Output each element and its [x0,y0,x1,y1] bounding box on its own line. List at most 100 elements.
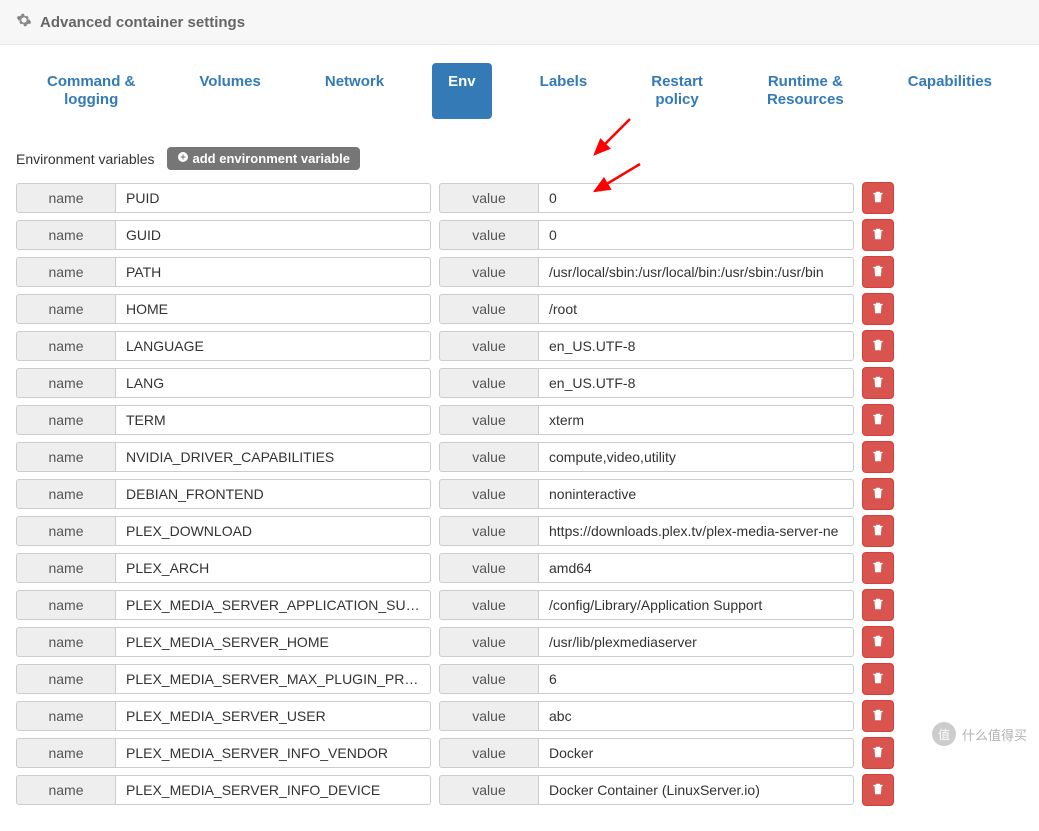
env-name-input[interactable]: NVIDIA_DRIVER_CAPABILITIES [116,442,431,472]
add-env-var-button[interactable]: add environment variable [167,147,361,170]
env-value-input[interactable]: amd64 [539,553,854,583]
env-var-row: nameHOME value/root [16,293,1023,325]
env-var-row: namePUID value0 [16,182,1023,214]
env-value-input[interactable]: 6 [539,664,854,694]
name-label: name [16,331,116,361]
add-button-label: add environment variable [193,151,351,166]
value-label: value [439,183,539,213]
env-var-row: nameDEBIAN_FRONTEND valuenoninteractive [16,478,1023,510]
delete-button[interactable] [862,515,894,547]
delete-button[interactable] [862,700,894,732]
delete-button[interactable] [862,589,894,621]
env-value-input[interactable]: Docker [539,738,854,768]
watermark: 值 什么值得买 [932,722,1027,746]
env-value-input[interactable]: https://downloads.plex.tv/plex-media-ser… [539,516,854,546]
env-value-input[interactable]: abc [539,701,854,731]
delete-button[interactable] [862,182,894,214]
env-var-row: namePATHvalue/usr/local/sbin:/usr/local/… [16,256,1023,288]
trash-icon [871,634,885,651]
tab-command-logging[interactable]: Command & logging [31,63,151,119]
delete-button[interactable] [862,219,894,251]
delete-button[interactable] [862,330,894,362]
name-label: name [16,183,116,213]
name-label: name [16,368,116,398]
env-name-input[interactable]: PLEX_MEDIA_SERVER_MAX_PLUGIN_PROCS [116,664,431,694]
tab-restart-policy[interactable]: Restart policy [635,63,719,119]
env-var-row: namePLEX_MEDIA_SERVER_MAX_PLUGIN_PROCSva… [16,663,1023,695]
env-name-input[interactable]: GUID [116,220,431,250]
value-label: value [439,590,539,620]
env-name-input[interactable]: LANG [116,368,431,398]
env-var-row: namePLEX_MEDIA_SERVER_INFO_VENDORvalueDo… [16,737,1023,769]
name-label: name [16,627,116,657]
delete-button[interactable] [862,441,894,473]
tab-capabilities[interactable]: Capabilities [892,63,1008,119]
env-name-input[interactable]: HOME [116,294,431,324]
env-name-input[interactable]: PLEX_MEDIA_SERVER_USER [116,701,431,731]
delete-button[interactable] [862,256,894,288]
env-name-input[interactable]: PLEX_ARCH [116,553,431,583]
value-label: value [439,294,539,324]
name-label: name [16,294,116,324]
env-value-input[interactable]: Docker Container (LinuxServer.io) [539,775,854,805]
tab-runtime-resources[interactable]: Runtime & Resources [751,63,860,119]
env-value-input[interactable]: /root [539,294,854,324]
env-value-input[interactable]: /usr/lib/plexmediaserver [539,627,854,657]
trash-icon [871,523,885,540]
delete-button[interactable] [862,737,894,769]
env-value-input[interactable]: 0 [539,220,854,250]
tab-volumes[interactable]: Volumes [183,63,276,119]
value-label: value [439,405,539,435]
env-name-input[interactable]: LANGUAGE [116,331,431,361]
trash-icon [871,264,885,281]
trash-icon [871,227,885,244]
name-label: name [16,220,116,250]
delete-button[interactable] [862,367,894,399]
value-label: value [439,516,539,546]
env-name-input[interactable]: PLEX_DOWNLOAD [116,516,431,546]
tab-network[interactable]: Network [309,63,400,119]
env-value-input[interactable]: 0 [539,183,854,213]
value-label: value [439,220,539,250]
env-name-input[interactable]: PLEX_MEDIA_SERVER_HOME [116,627,431,657]
trash-icon [871,190,885,207]
trash-icon [871,301,885,318]
name-label: name [16,479,116,509]
header-title: Advanced container settings [40,14,245,31]
delete-button[interactable] [862,552,894,584]
env-name-input[interactable]: PUID [116,183,431,213]
env-value-input[interactable]: noninteractive [539,479,854,509]
env-name-input[interactable]: TERM [116,405,431,435]
env-value-input[interactable]: en_US.UTF-8 [539,368,854,398]
env-name-input[interactable]: DEBIAN_FRONTEND [116,479,431,509]
tab-env[interactable]: Env [432,63,492,119]
value-label: value [439,775,539,805]
delete-button[interactable] [862,293,894,325]
tab-labels[interactable]: Labels [524,63,604,119]
gear-icon [16,12,32,32]
env-name-input[interactable]: PLEX_MEDIA_SERVER_INFO_DEVICE [116,775,431,805]
delete-button[interactable] [862,404,894,436]
delete-button[interactable] [862,663,894,695]
env-var-row: namePLEX_MEDIA_SERVER_HOMEvalue/usr/lib/… [16,626,1023,658]
env-var-row: namePLEX_MEDIA_SERVER_USERvalueabc [16,700,1023,732]
delete-button[interactable] [862,626,894,658]
env-value-input[interactable]: en_US.UTF-8 [539,331,854,361]
section-title: Environment variables [16,151,155,167]
name-label: name [16,775,116,805]
delete-button[interactable] [862,774,894,806]
env-value-input[interactable]: xterm [539,405,854,435]
env-name-input[interactable]: PATH [116,257,431,287]
value-label: value [439,368,539,398]
value-label: value [439,479,539,509]
name-label: name [16,257,116,287]
env-name-input[interactable]: PLEX_MEDIA_SERVER_INFO_VENDOR [116,738,431,768]
name-label: name [16,516,116,546]
env-var-row: nameTERMvaluexterm [16,404,1023,436]
env-value-input[interactable]: /usr/local/sbin:/usr/local/bin:/usr/sbin… [539,257,854,287]
env-name-input[interactable]: PLEX_MEDIA_SERVER_APPLICATION_SUPPOR [116,590,431,620]
env-value-input[interactable]: /config/Library/Application Support [539,590,854,620]
delete-button[interactable] [862,478,894,510]
env-value-input[interactable]: compute,video,utility [539,442,854,472]
watermark-text: 什么值得买 [962,725,1027,744]
